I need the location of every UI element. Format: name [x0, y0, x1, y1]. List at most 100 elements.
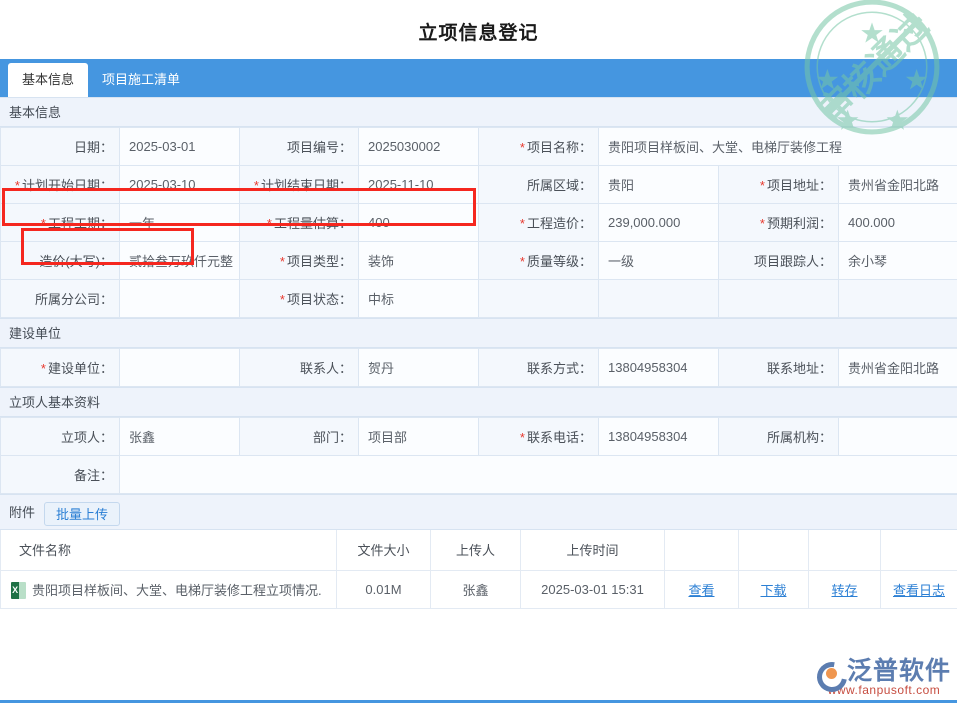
- field-value-plan-end-date[interactable]: 2025-11-10: [359, 166, 479, 204]
- required-asterisk: *: [254, 178, 259, 193]
- table-row: 所属分公司： *项目状态： 中标: [1, 280, 957, 318]
- required-asterisk: *: [41, 361, 46, 376]
- field-value-project-type[interactable]: 装饰: [359, 242, 479, 280]
- brand-logo-icon: [817, 660, 843, 684]
- attachment-transfer-link[interactable]: 转存: [831, 583, 857, 598]
- field-value-contact-method[interactable]: 13804958304: [599, 349, 719, 387]
- field-value-quantity-estimate[interactable]: 400: [359, 204, 479, 242]
- field-value-plan-start-date[interactable]: 2025-03-10: [120, 166, 240, 204]
- section-header-attachment: 附件批量上传: [0, 494, 957, 530]
- table-row: 备注：: [1, 456, 957, 494]
- field-value-department[interactable]: 项目部: [359, 418, 479, 456]
- required-asterisk: *: [280, 292, 285, 307]
- field-label-contact-person: 联系人：: [240, 349, 359, 387]
- column-header-file-size: 文件大小: [337, 530, 431, 570]
- column-header-action-download: [739, 530, 809, 570]
- column-header-file-name: 文件名称: [1, 530, 337, 570]
- field-label-project-type: *项目类型：: [240, 242, 359, 280]
- field-label-cost-in-words: 造价(大写)：: [1, 242, 120, 280]
- field-value-date[interactable]: 2025-03-01: [120, 128, 240, 166]
- attachment-table: 文件名称 文件大小 上传人 上传时间 贵阳项目样板间、大堂、电梯厅装修工程立项情…: [0, 530, 957, 609]
- required-asterisk: *: [41, 216, 46, 231]
- field-label-duration: *工程工期：: [1, 204, 120, 242]
- column-header-uploader: 上传人: [431, 530, 521, 570]
- empty-cell: [719, 280, 839, 318]
- batch-upload-button[interactable]: 批量上传: [44, 502, 120, 526]
- attachment-file-name-cell: 贵阳项目样板间、大堂、电梯厅装修工程立项情况.: [1, 570, 337, 608]
- excel-file-icon: [11, 582, 26, 599]
- attachment-download-link[interactable]: 下载: [760, 583, 786, 598]
- table-row: 日期： 2025-03-01 项目编号： 2025030002 *项目名称： 贵…: [1, 128, 957, 166]
- section-header-basic-info: 基本信息: [0, 97, 957, 127]
- field-value-branch-company[interactable]: [120, 280, 240, 318]
- field-value-region[interactable]: 贵阳: [599, 166, 719, 204]
- field-label-project-address: *项目地址：: [719, 166, 839, 204]
- section-header-initiator-info: 立项人基本资料: [0, 387, 957, 417]
- section-header-builder-unit: 建设单位: [0, 318, 957, 348]
- field-label-project-no: 项目编号：: [240, 128, 359, 166]
- field-value-contact-phone[interactable]: 13804958304: [599, 418, 719, 456]
- field-value-remark[interactable]: [120, 456, 957, 494]
- attachment-view-link[interactable]: 查看: [688, 583, 714, 598]
- field-label-contact-address: 联系地址：: [719, 349, 839, 387]
- field-value-quality-grade[interactable]: 一级: [599, 242, 719, 280]
- field-value-builder-unit[interactable]: [120, 349, 240, 387]
- field-label-plan-end-date: *计划结束日期：: [240, 166, 359, 204]
- brand-watermark: 泛普软件 www.fanpusoft.com: [817, 659, 951, 697]
- attachment-upload-time: 2025-03-01 15:31: [521, 570, 665, 608]
- required-asterisk: *: [267, 216, 272, 231]
- field-value-contact-address[interactable]: 贵州省金阳北路: [839, 349, 957, 387]
- field-label-contact-phone: *联系电话：: [479, 418, 599, 456]
- field-value-organization[interactable]: [839, 418, 957, 456]
- table-header-row: 文件名称 文件大小 上传人 上传时间: [1, 530, 957, 570]
- column-header-action-transfer: [809, 530, 881, 570]
- field-value-contact-person[interactable]: 贺丹: [359, 349, 479, 387]
- field-label-remark: 备注：: [1, 456, 120, 494]
- field-label-branch-company: 所属分公司：: [1, 280, 120, 318]
- field-value-project-status[interactable]: 中标: [359, 280, 479, 318]
- field-value-project-address[interactable]: 贵州省金阳北路: [839, 166, 957, 204]
- field-label-initiator: 立项人：: [1, 418, 120, 456]
- brand-name: 泛普软件: [847, 659, 951, 684]
- field-value-cost-in-words[interactable]: 贰拾叁万玖仟元整: [120, 242, 240, 280]
- required-asterisk: *: [520, 216, 525, 231]
- tab-construction-list[interactable]: 项目施工清单: [88, 63, 194, 97]
- field-label-quality-grade: *质量等级：: [479, 242, 599, 280]
- table-row: *建设单位： 联系人： 贺丹 联系方式： 13804958304 联系地址： 贵…: [1, 349, 957, 387]
- attachment-file-size: 0.01M: [337, 570, 431, 608]
- required-asterisk: *: [280, 254, 285, 269]
- field-label-project-name: *项目名称：: [479, 128, 599, 166]
- brand-url: www.fanpusoft.com: [817, 683, 951, 697]
- field-value-project-cost[interactable]: 239,000.000: [599, 204, 719, 242]
- field-value-project-name[interactable]: 贵阳项目样板间、大堂、电梯厅装修工程: [599, 128, 957, 166]
- table-row: 造价(大写)： 贰拾叁万玖仟元整 *项目类型： 装饰 *质量等级： 一级 项目跟…: [1, 242, 957, 280]
- tab-basic-info[interactable]: 基本信息: [8, 63, 88, 97]
- table-row: 贵阳项目样板间、大堂、电梯厅装修工程立项情况. 0.01M 张鑫 2025-03…: [1, 570, 957, 608]
- basic-info-table: 日期： 2025-03-01 项目编号： 2025030002 *项目名称： 贵…: [0, 127, 957, 318]
- field-value-duration[interactable]: 一年: [120, 204, 240, 242]
- field-value-project-tracker[interactable]: 余小琴: [839, 242, 957, 280]
- field-label-region: 所属区域：: [479, 166, 599, 204]
- attachment-action-download-cell: 下载: [739, 570, 809, 608]
- field-label-department: 部门：: [240, 418, 359, 456]
- attachment-action-log-cell: 查看日志: [881, 570, 957, 608]
- page-title: 立项信息登记: [0, 0, 957, 59]
- field-value-initiator[interactable]: 张鑫: [120, 418, 240, 456]
- table-row: *工程工期： 一年 *工程量估算： 400 *工程造价： 239,000.000…: [1, 204, 957, 242]
- field-label-organization: 所属机构：: [719, 418, 839, 456]
- field-value-expected-profit[interactable]: 400.000: [839, 204, 957, 242]
- required-asterisk: *: [760, 216, 765, 231]
- attachment-view-log-link[interactable]: 查看日志: [893, 583, 945, 598]
- attachment-action-transfer-cell: 转存: [809, 570, 881, 608]
- field-label-project-tracker: 项目跟踪人：: [719, 242, 839, 280]
- field-value-project-no[interactable]: 2025030002: [359, 128, 479, 166]
- empty-cell: [839, 280, 957, 318]
- attachment-uploader: 张鑫: [431, 570, 521, 608]
- required-asterisk: *: [760, 178, 765, 193]
- initiator-info-table: 立项人： 张鑫 部门： 项目部 *联系电话： 13804958304 所属机构：…: [0, 417, 957, 494]
- field-label-project-cost: *工程造价：: [479, 204, 599, 242]
- attachment-file-name: 贵阳项目样板间、大堂、电梯厅装修工程立项情况.: [32, 583, 322, 598]
- required-asterisk: *: [15, 178, 20, 193]
- field-label-plan-start-date: *计划开始日期：: [1, 166, 120, 204]
- empty-cell: [599, 280, 719, 318]
